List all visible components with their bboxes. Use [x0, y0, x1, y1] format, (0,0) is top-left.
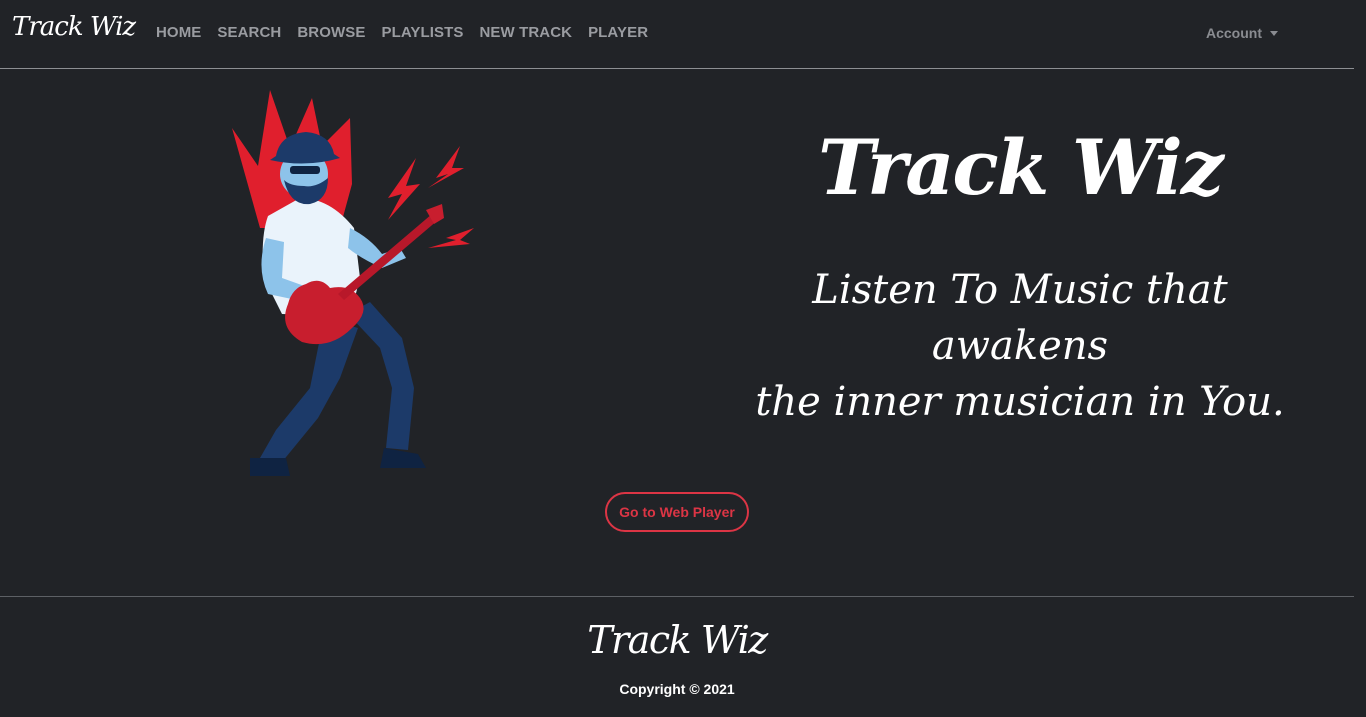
tagline-line-1: Listen To Music that awakens: [812, 267, 1228, 369]
hero-title: Track Wiz: [818, 123, 1224, 212]
footer-divider: [0, 596, 1354, 597]
account-label: Account: [1206, 25, 1262, 41]
copyright-text: Copyright © 2021: [619, 681, 735, 697]
account-dropdown[interactable]: Account: [1206, 25, 1278, 41]
lightning-icon: [388, 158, 420, 220]
guitarist-illustration: [232, 90, 474, 476]
sunglasses-shape: [290, 166, 320, 174]
nav-browse[interactable]: BROWSE: [289, 24, 373, 41]
navbar: Track Wiz HOME SEARCH BROWSE PLAYLISTS N…: [0, 0, 1354, 69]
nav-playlists[interactable]: PLAYLISTS: [373, 24, 471, 41]
nav-links: HOME SEARCH BROWSE PLAYLISTS NEW TRACK P…: [148, 24, 656, 41]
tagline-line-2: the inner musician in You.: [755, 379, 1285, 425]
legs-shape: [348, 302, 414, 450]
nav-new-track[interactable]: NEW TRACK: [472, 24, 581, 41]
nav-player[interactable]: PLAYER: [580, 24, 656, 41]
go-to-web-player-button[interactable]: Go to Web Player: [605, 492, 749, 532]
brand-logo[interactable]: Track Wiz: [12, 12, 136, 42]
shoe-shape: [250, 458, 290, 476]
lightning-icon: [428, 228, 474, 248]
caret-down-icon: [1270, 31, 1278, 36]
shoe-shape: [380, 448, 426, 468]
footer-brand: Track Wiz: [587, 618, 768, 662]
nav-home[interactable]: HOME: [148, 24, 209, 41]
hero-tagline: Listen To Music that awakens the inner m…: [720, 262, 1320, 430]
lightning-icon: [428, 146, 464, 188]
nav-search[interactable]: SEARCH: [209, 24, 289, 41]
